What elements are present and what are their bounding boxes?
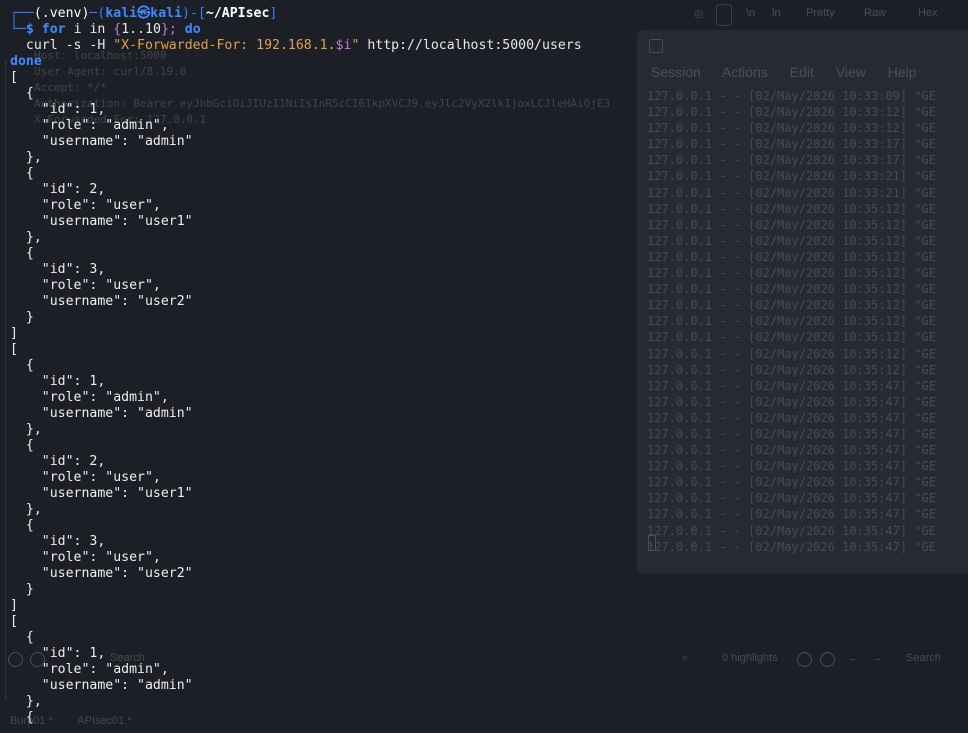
cmd-variable: i <box>65 22 90 37</box>
output-line: }, <box>10 422 42 437</box>
output-line: "id": 3, <box>10 534 106 549</box>
prompt-host: kali <box>150 6 183 21</box>
prompt-dash: - <box>189 6 198 21</box>
output-line: [ <box>10 70 18 85</box>
prompt-box-bottom: └─ <box>10 22 26 37</box>
cmd-brace-close: }; <box>160 22 177 37</box>
cmd-do-keyword: do <box>176 22 201 37</box>
output-line: "username": "admin" <box>10 678 193 693</box>
cmd-brace-open: { <box>105 22 122 37</box>
output-line: "id": 2, <box>10 182 106 197</box>
prompt-bracket-open: [ <box>197 6 206 21</box>
output-line: { <box>10 358 34 373</box>
prompt-box-top: ┌── <box>10 6 34 21</box>
output-line: "role": "admin", <box>10 662 169 677</box>
output-line: { <box>10 630 34 645</box>
prompt-venv: (.venv) <box>33 6 90 21</box>
cmd-in-keyword: in <box>89 22 106 37</box>
output-line: "id": 1, <box>10 102 106 117</box>
output-line: ] <box>10 598 18 613</box>
cmd-range: 1..10 <box>121 22 161 37</box>
prompt-dollar: $ <box>25 22 34 37</box>
prompt-line-1: ┌──(.venv)─(kali㉿kali)-[~/APIsec] <box>10 6 277 22</box>
output-line: ] <box>10 326 18 341</box>
cmd-url: http://localhost:5000/users <box>359 38 582 53</box>
cmd-header-string: "X-Forwarded-For: 192.168.1. <box>113 38 336 53</box>
output-line: "id": 1, <box>10 374 106 389</box>
prompt-line-2: └─$ for i in {1..10}; do <box>10 22 201 38</box>
output-line: "id": 1, <box>10 646 106 661</box>
output-line: "role": "user", <box>10 470 161 485</box>
output-line: } <box>10 310 34 325</box>
output-line: }, <box>10 150 42 165</box>
output-line: "role": "admin", <box>10 390 169 405</box>
prompt-at-icon: ㉿ <box>137 6 151 21</box>
output-line: "id": 3, <box>10 262 106 277</box>
output-line: { <box>10 518 34 533</box>
output-line: }, <box>10 694 42 709</box>
output-line: }, <box>10 230 42 245</box>
output-line: "role": "user", <box>10 278 161 293</box>
cmd-curl: curl <box>25 38 58 53</box>
output-line: { <box>10 710 34 725</box>
cmd-curl-line: curl -s -H "X-Forwarded-For: 192.168.1.$… <box>10 38 582 54</box>
cmd-for-keyword: for <box>41 22 66 37</box>
desktop-screen: ◎ \n ln Pretty Raw Hex Host: localhost:5… <box>0 0 968 733</box>
output-line: }, <box>10 502 42 517</box>
output-line: "username": "user1" <box>10 486 193 501</box>
output-line: { <box>10 166 34 181</box>
output-line: "username": "admin" <box>10 406 193 421</box>
output-line: "username": "user2" <box>10 566 193 581</box>
cmd-header-variable: $i <box>335 38 352 53</box>
output-line: { <box>10 246 34 261</box>
output-line: "username": "user2" <box>10 294 193 309</box>
terminal-output[interactable]: ┌──(.venv)─(kali㉿kali)-[~/APIsec] └─$ fo… <box>0 0 968 733</box>
output-line: [ <box>10 342 18 357</box>
output-line: "id": 2, <box>10 454 106 469</box>
prompt-user: kali <box>105 6 138 21</box>
output-line: "username": "admin" <box>10 134 193 149</box>
prompt-paren-close: ) <box>182 6 190 21</box>
prompt-bracket-close: ] <box>269 6 278 21</box>
output-line: "role": "user", <box>10 198 161 213</box>
output-line: [ <box>10 614 18 629</box>
output-line: { <box>10 86 34 101</box>
prompt-cwd: ~/APIsec <box>205 6 270 21</box>
output-line: "role": "user", <box>10 550 161 565</box>
output-line: "username": "user1" <box>10 214 193 229</box>
output-line: } <box>10 582 34 597</box>
cmd-indent <box>10 38 26 53</box>
cmd-flags: -s -H <box>57 38 114 53</box>
output-line: { <box>10 438 34 453</box>
cmd-done-keyword: done <box>10 54 42 69</box>
output-line: "role": "admin", <box>10 118 169 133</box>
